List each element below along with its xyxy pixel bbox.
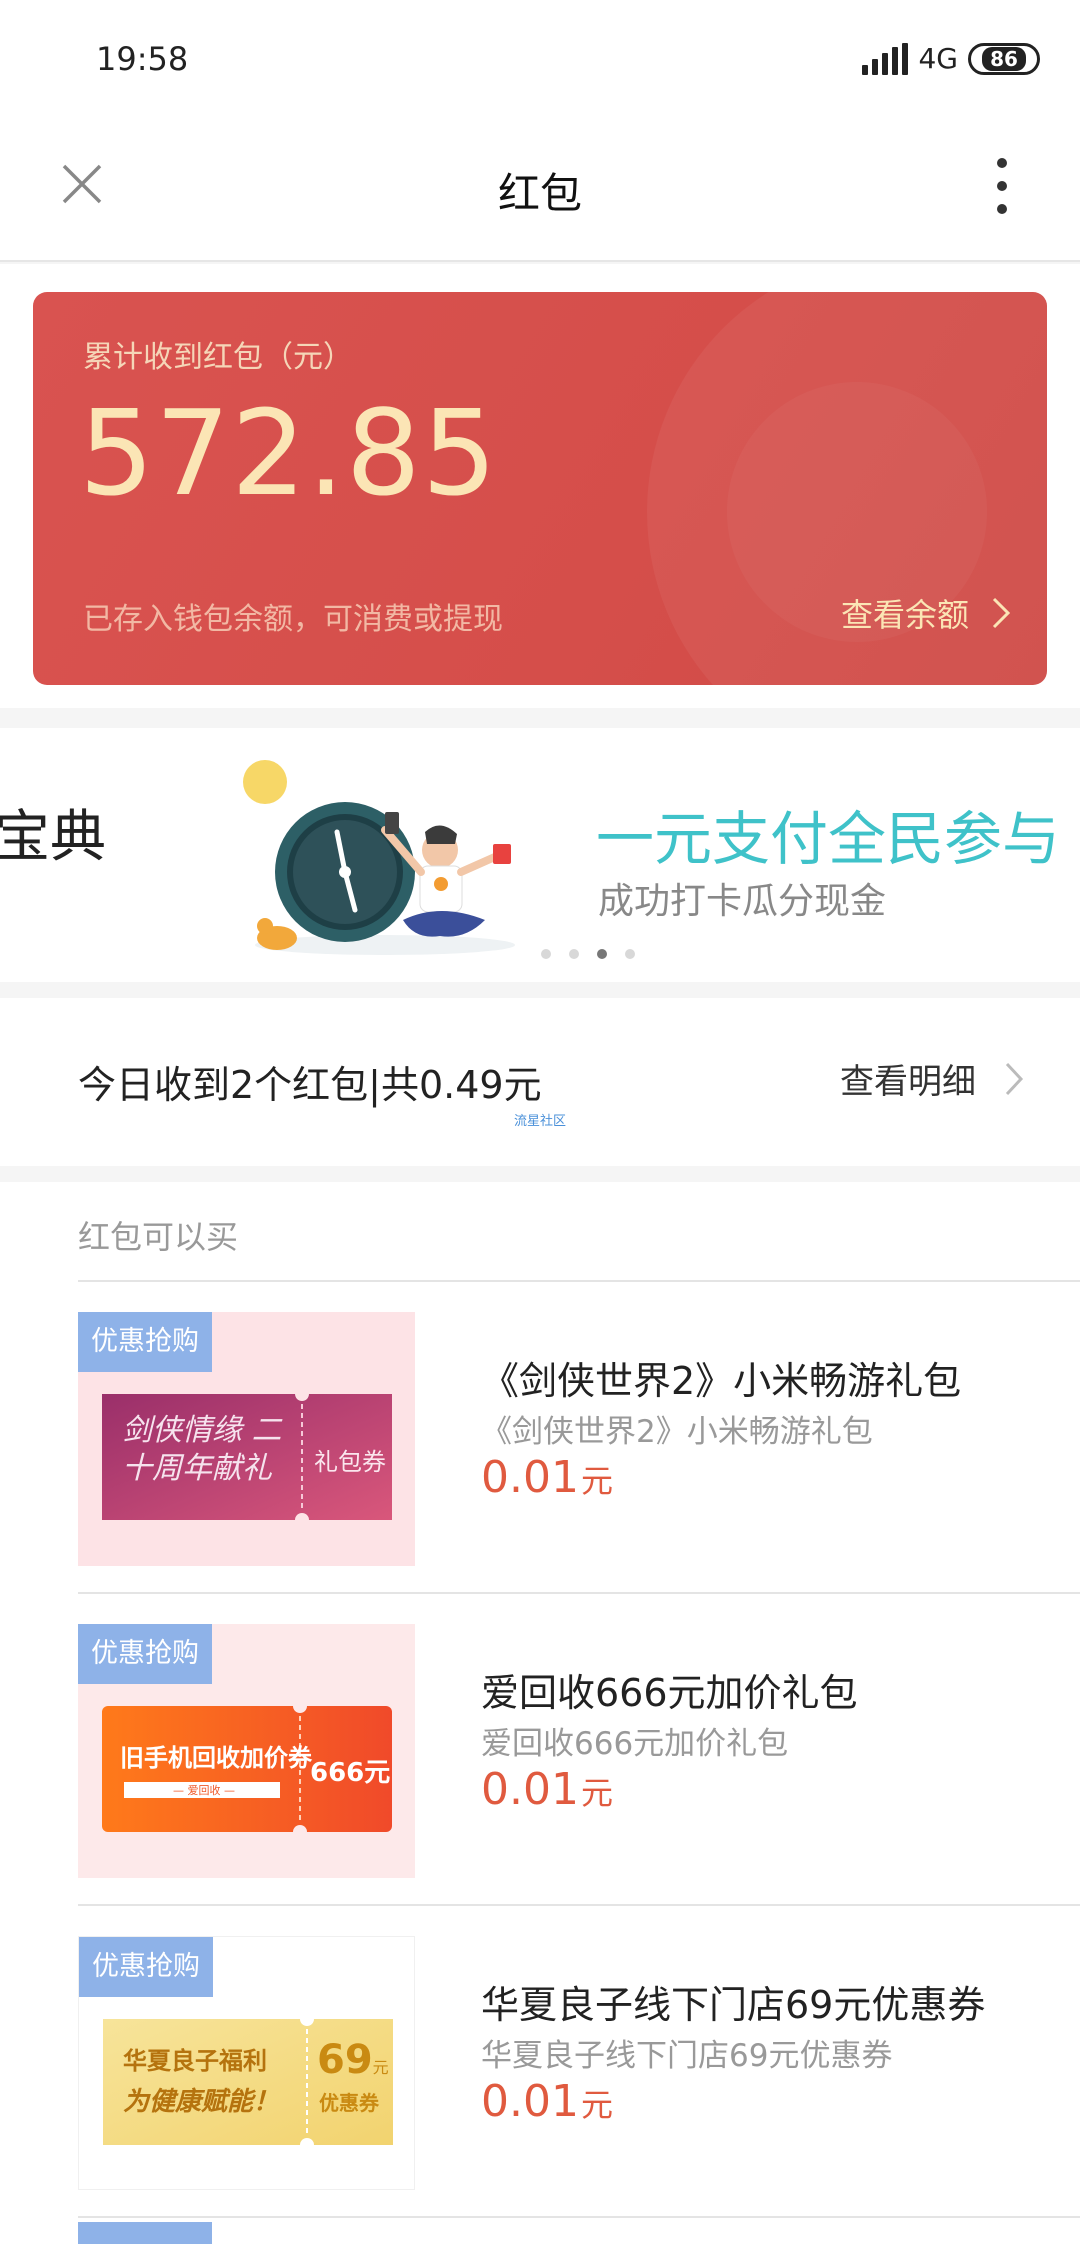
banner-pagination [541, 949, 635, 959]
product-thumbnail: 剑侠情缘 二十周年献礼 礼包券 优惠抢购 [78, 1312, 415, 1566]
pagination-dot-active [597, 949, 607, 959]
page-title: 红包 [497, 169, 582, 218]
coupon-sub-text: — 爱回收 — [173, 1784, 235, 1797]
promo-tag-partial [78, 2222, 212, 2244]
coupon-side-text: 666元 [310, 1758, 391, 1788]
banner-subline: 成功打卡瓜分现金 [598, 881, 887, 922]
coupon-side-label: 优惠券 [319, 2091, 379, 2115]
product-name: 爱回收666元加价礼包 [481, 1671, 858, 1715]
coupon-main-text-2: 为健康赋能！ [123, 2087, 280, 2117]
chevron-right-icon [1005, 1062, 1024, 1095]
view-details-label: 查看明细 [840, 1062, 976, 1102]
view-balance-button[interactable]: 查看余额 [841, 590, 1011, 636]
battery-level: 86 [982, 46, 1026, 71]
promo-banner[interactable]: 宝典 一元支付全民参与 成功打卡瓜分现金 [0, 728, 1080, 982]
pagination-dot [569, 949, 579, 959]
product-price: 0.01元 [481, 2076, 613, 2127]
price-unit: 元 [580, 1774, 613, 1812]
coupon-side-unit: 元 [372, 2058, 389, 2077]
product-name: 华夏良子线下门店69元优惠券 [481, 1983, 986, 2027]
pagination-dot [625, 949, 635, 959]
product-price: 0.01元 [481, 1764, 613, 1815]
balance-section: 累计收到红包（元） 572.85 已存入钱包余额，可消费或提现 查看余额 [0, 264, 1080, 708]
balance-amount: 572.85 [79, 384, 498, 522]
more-menu-icon[interactable] [996, 158, 1008, 214]
network-type: 4G [918, 42, 958, 75]
price-unit: 元 [580, 1462, 613, 1500]
product-name: 《剑侠世界2》小米畅游礼包 [481, 1359, 962, 1403]
status-time: 19:58 [96, 40, 189, 78]
product-thumbnail: 旧手机回收加价券 — 爱回收 — 666元 优惠抢购 [78, 1624, 415, 1878]
app-header: 红包 [0, 120, 1080, 262]
pagination-dot [541, 949, 551, 959]
list-item[interactable]: 剑侠情缘 二十周年献礼 礼包券 优惠抢购 《剑侠世界2》小米畅游礼包 《剑侠世界… [78, 1282, 1080, 1594]
watermark: 流星社区 [514, 1114, 567, 1129]
section-title: 红包可以买 [78, 1218, 239, 1256]
status-bar: 19:58 4G 86 [0, 0, 1080, 120]
coupon-main-text: 华夏良子福利 [123, 2047, 267, 2075]
status-indicators: 4G 86 [862, 42, 1040, 75]
view-balance-label: 查看余额 [840, 596, 969, 634]
promo-tag: 优惠抢购 [78, 1624, 212, 1684]
red-packet-page: 19:58 4G 86 红包 累计收到红包（元） 572.85 已存入钱包余额，… [0, 0, 1080, 2244]
product-thumbnail: 华夏良子福利 为健康赋能！ 69元 优惠券 优惠抢购 [78, 1936, 415, 2190]
price-value: 0.01 [481, 1452, 579, 1503]
coupon-side-value: 69元 [317, 2037, 389, 2083]
balance-note: 已存入钱包余额，可消费或提现 [83, 602, 503, 637]
today-summary: 今日收到2个红包|共0.49元 [78, 1063, 542, 1107]
price-value: 0.01 [481, 1764, 579, 1815]
coupon-side-text: 礼包券 [314, 1448, 386, 1476]
price-value: 0.01 [481, 2076, 579, 2127]
coupon-side-num: 69 [317, 2037, 373, 2083]
promo-tag: 优惠抢购 [79, 1937, 213, 1997]
price-unit: 元 [580, 2086, 613, 2124]
product-price: 0.01元 [481, 1452, 613, 1503]
banner-prev-text: 宝典 [0, 805, 106, 870]
chevron-right-icon [992, 597, 1011, 629]
clock-illustration [243, 760, 515, 955]
coupon-main-text: 剑侠情缘 二十周年献礼 [122, 1413, 282, 1486]
list-item[interactable]: 华夏良子福利 为健康赋能！ 69元 优惠券 优惠抢购 华夏良子线下门店69元优惠… [78, 1906, 1080, 2218]
banner-headline: 一元支付全民参与 [596, 805, 1061, 873]
list-item[interactable]: 旧手机回收加价券 — 爱回收 — 666元 优惠抢购 爱回收666元加价礼包 爱… [78, 1594, 1080, 1906]
product-desc: 《剑侠世界2》小米畅游礼包 [481, 1414, 873, 1450]
balance-label: 累计收到红包（元） [83, 340, 353, 375]
product-list: 红包可以买 剑侠情缘 二十周年献礼 礼包券 优惠抢购 《剑侠世界2》小米畅游礼包… [0, 1182, 1080, 2244]
today-summary-row[interactable]: 今日收到2个红包|共0.49元 查看明细 流星社区 [0, 998, 1080, 1166]
battery-icon: 86 [968, 42, 1040, 75]
signal-icon [862, 42, 909, 75]
product-desc: 华夏良子线下门店69元优惠券 [481, 2038, 893, 2074]
view-details-button[interactable]: 查看明细 [840, 1054, 1024, 1103]
product-desc: 爱回收666元加价礼包 [481, 1726, 789, 1762]
promo-tag: 优惠抢购 [78, 1312, 212, 1372]
coupon-main-text: 旧手机回收加价券 [120, 1744, 312, 1772]
balance-card[interactable]: 累计收到红包（元） 572.85 已存入钱包余额，可消费或提现 查看余额 [33, 292, 1047, 685]
